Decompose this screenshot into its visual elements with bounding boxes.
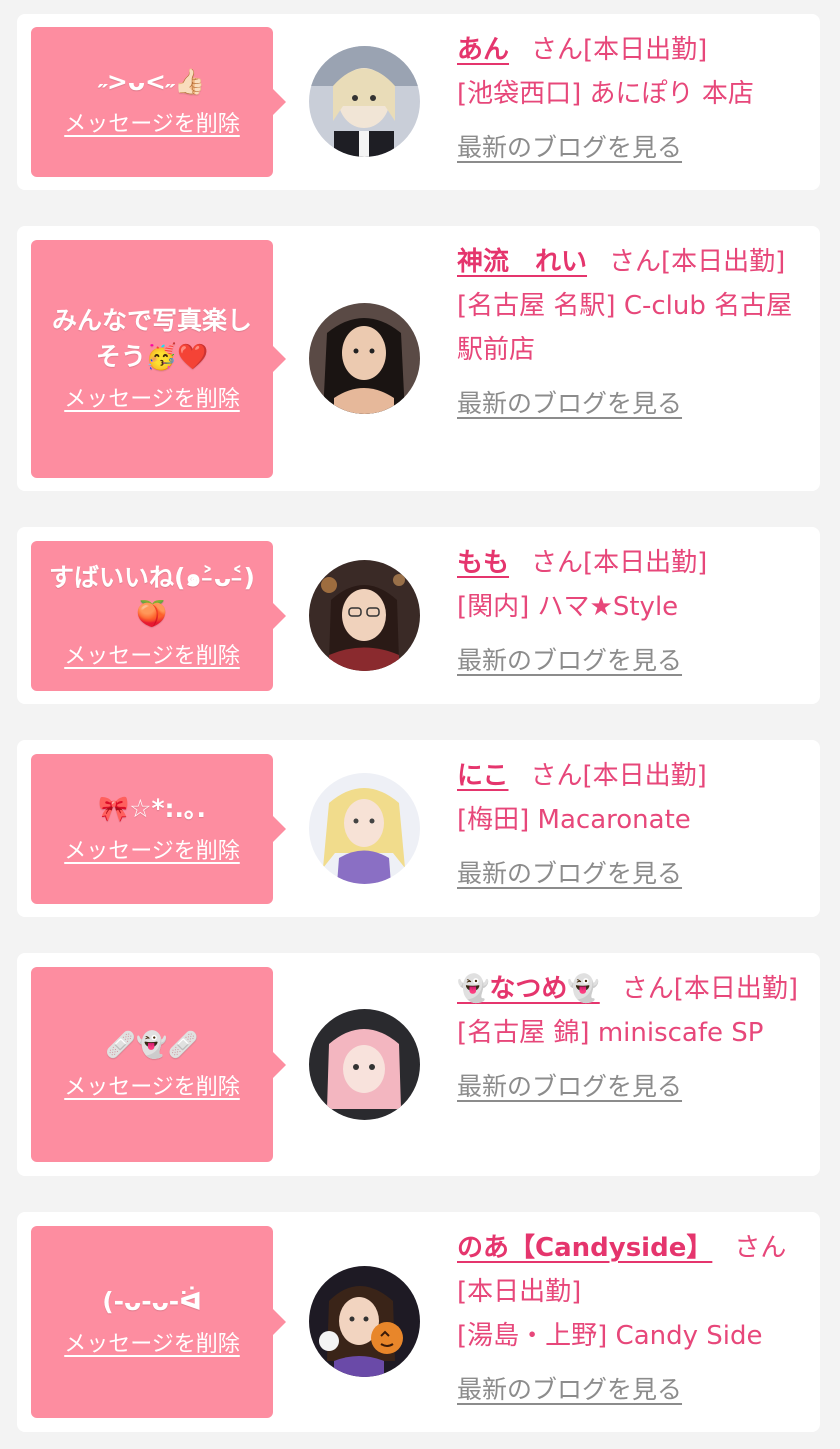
message-card: 🩹👻🩹 メッセージを削除 👻なつめ👻 さん[本日出勤] [名古屋 錦] minis…	[17, 953, 820, 1176]
message-bubble: ˶>ᴗ<˶👍🏻 メッセージを削除	[31, 27, 286, 177]
latest-blog-link[interactable]: 最新のブログを見る	[457, 1067, 682, 1107]
avatar[interactable]	[309, 1009, 420, 1120]
latest-blog-link[interactable]: 最新のブログを見る	[457, 854, 682, 894]
shop-text: [湯島・上野] Candy Side	[457, 1321, 763, 1351]
avatar[interactable]	[309, 303, 420, 414]
shop-text: [関内] ハマ★Style	[457, 592, 679, 622]
message-bubble: (-ᴗ-ᴗ-ᐛ メッセージを削除	[31, 1226, 286, 1418]
name-line: にこ さん[本日出勤]	[457, 754, 807, 798]
message-text: すばいいね(๑˃̵ᴗ˂̵)🍑	[49, 563, 255, 628]
honorific: さん	[530, 761, 583, 791]
message-card: すばいいね(๑˃̵ᴗ˂̵)🍑 メッセージを削除 もも さん[本日出勤] [関内] …	[17, 527, 820, 704]
card-info: もも さん[本日出勤] [関内] ハマ★Style 最新のブログを見る	[457, 541, 807, 683]
message-bubble: 🩹👻🩹 メッセージを削除	[31, 967, 286, 1162]
avatar[interactable]	[309, 46, 420, 157]
message-list: ˶>ᴗ<˶👍🏻 メッセージを削除 あん さん[本日出勤] [池袋西口] あにぽり …	[0, 0, 840, 1449]
card-info: 👻なつめ👻 さん[本日出勤] [名古屋 錦] miniscafe SP 最新のブロ…	[457, 967, 807, 1109]
name-line: 神流 れい さん[本日出勤]	[457, 240, 807, 284]
card-info: のあ【Candyside】 さん [本日出勤] [湯島・上野] Candy Side…	[457, 1226, 807, 1412]
delete-message-link[interactable]: メッセージを削除	[64, 110, 240, 140]
latest-blog-link[interactable]: 最新のブログを見る	[457, 384, 682, 424]
message-text: (-ᴗ-ᴗ-ᐛ	[102, 1287, 202, 1316]
honorific: さん	[609, 247, 662, 277]
delete-message-link[interactable]: メッセージを削除	[64, 385, 240, 415]
card-info: 神流 れい さん[本日出勤] [名古屋 名駅] C-club 名古屋駅前店 最新の…	[457, 240, 807, 426]
cast-name-link[interactable]: にこ	[457, 761, 508, 791]
name-line: もも さん[本日出勤]	[457, 541, 807, 585]
honorific: さん	[734, 1233, 787, 1263]
avatar[interactable]	[309, 560, 420, 671]
status-text: [本日出勤]	[583, 35, 708, 65]
delete-message-link[interactable]: メッセージを削除	[64, 642, 240, 672]
honorific: さん	[621, 974, 674, 1004]
name-line: あん さん[本日出勤]	[457, 28, 807, 72]
message-text: ˶>ᴗ<˶👍🏻	[98, 67, 206, 96]
status-text: [本日出勤]	[582, 761, 707, 791]
message-bubble: すばいいね(๑˃̵ᴗ˂̵)🍑 メッセージを削除	[31, 541, 286, 691]
message-card: (-ᴗ-ᴗ-ᐛ メッセージを削除 のあ【Candyside】 さん [本日出勤] […	[17, 1212, 820, 1432]
message-text: 🎀☆*:.｡.	[97, 794, 207, 823]
status-text: [本日出勤]	[457, 1277, 582, 1307]
card-info: にこ さん[本日出勤] [梅田] Macaronate 最新のブログを見る	[457, 754, 807, 896]
latest-blog-link[interactable]: 最新のブログを見る	[457, 128, 682, 168]
latest-blog-link[interactable]: 最新のブログを見る	[457, 641, 682, 681]
card-info: あん さん[本日出勤] [池袋西口] あにぽり 本店 最新のブログを見る	[457, 28, 807, 170]
honorific: さん	[531, 35, 584, 65]
shop-text: [名古屋 名駅] C-club 名古屋駅前店	[457, 291, 793, 365]
avatar[interactable]	[309, 1266, 420, 1377]
message-card: ˶>ᴗ<˶👍🏻 メッセージを削除 あん さん[本日出勤] [池袋西口] あにぽり …	[17, 14, 820, 190]
latest-blog-link[interactable]: 最新のブログを見る	[457, 1370, 682, 1410]
delete-message-link[interactable]: メッセージを削除	[64, 1073, 240, 1103]
message-bubble: みんなで写真楽しそう🥳❤️ メッセージを削除	[31, 240, 286, 478]
message-bubble: 🎀☆*:.｡. メッセージを削除	[31, 754, 286, 904]
message-text: 🩹👻🩹	[105, 1029, 199, 1059]
name-line: のあ【Candyside】 さん [本日出勤]	[457, 1226, 807, 1314]
delete-message-link[interactable]: メッセージを削除	[64, 1330, 240, 1360]
cast-name-link[interactable]: 神流 れい	[457, 247, 587, 277]
cast-name-link[interactable]: あん	[457, 35, 509, 65]
avatar[interactable]	[309, 773, 420, 884]
status-text: [本日出勤]	[661, 247, 786, 277]
cast-name-link[interactable]: のあ【Candyside】	[457, 1233, 712, 1263]
status-text: [本日出勤]	[583, 548, 708, 578]
name-line: 👻なつめ👻 さん[本日出勤]	[457, 967, 807, 1011]
status-text: [本日出勤]	[673, 974, 799, 1004]
honorific: さん	[531, 548, 584, 578]
message-card: 🎀☆*:.｡. メッセージを削除 にこ さん[本日出勤] [梅田] Macaron…	[17, 740, 820, 917]
message-text: みんなで写真楽しそう🥳❤️	[51, 306, 252, 371]
delete-message-link[interactable]: メッセージを削除	[64, 837, 240, 867]
message-card: みんなで写真楽しそう🥳❤️ メッセージを削除 神流 れい さん[本日出勤] [名古…	[17, 226, 820, 491]
shop-text: [名古屋 錦] miniscafe SP	[457, 1018, 764, 1048]
shop-text: [梅田] Macaronate	[457, 805, 691, 835]
shop-text: [池袋西口] あにぽり 本店	[457, 79, 754, 109]
cast-name-link[interactable]: もも	[457, 548, 509, 578]
cast-name-link[interactable]: 👻なつめ👻	[457, 974, 600, 1004]
